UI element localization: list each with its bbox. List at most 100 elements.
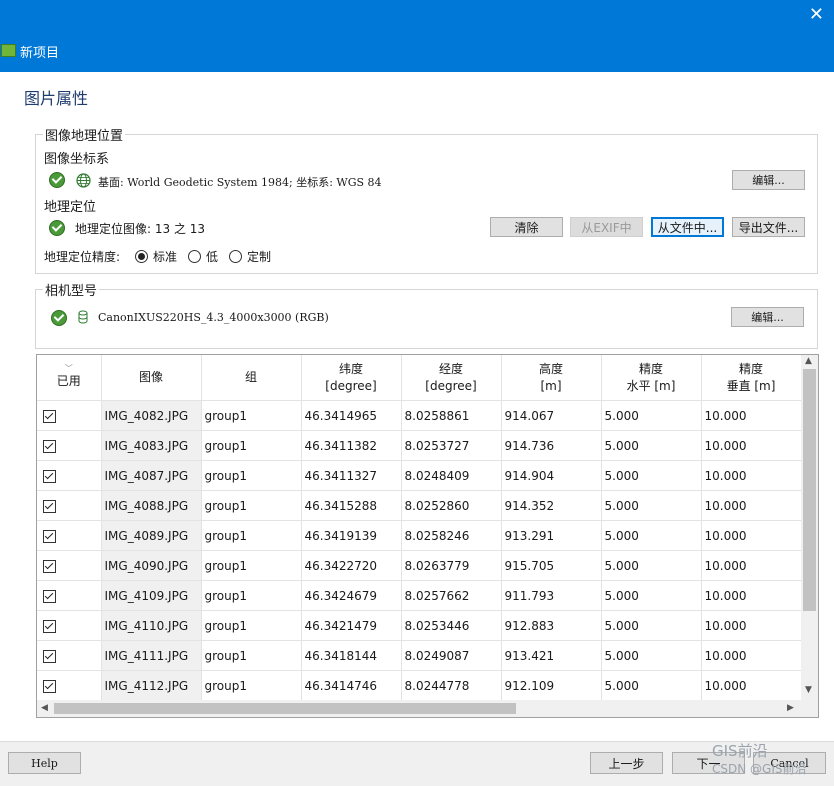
- table-row[interactable]: IMG_4090.JPG group1 46.3422720 8.0263779 915…: [37, 550, 802, 581]
- camera-ok-icon: [51, 310, 67, 326]
- from-file-button[interactable]: 从文件中...: [651, 217, 724, 237]
- image-cell: IMG_4090.JPG: [101, 550, 202, 581]
- group-cell: group1: [201, 670, 302, 701]
- h-acc-cell: 5.000: [601, 610, 702, 641]
- lat-cell: 46.3415288: [301, 490, 402, 521]
- geolocation-label: 地理定位: [44, 200, 97, 215]
- accuracy-label: 地理定位精度:: [44, 250, 121, 264]
- table-row[interactable]: IMG_4089.JPG group1 46.3419139 8.0258246 913…: [37, 520, 802, 551]
- used-checkbox[interactable]: [43, 439, 56, 453]
- image-cell: IMG_4112.JPG: [101, 670, 202, 701]
- h-acc-cell: 5.000: [601, 490, 702, 521]
- database-icon: [78, 310, 88, 324]
- v-acc-cell: 10.000: [701, 640, 802, 671]
- group-cell: group1: [201, 490, 302, 521]
- lat-cell: 46.3424679: [301, 580, 402, 611]
- table-row[interactable]: IMG_4112.JPG group1 46.3414746 8.0244778 912…: [37, 670, 802, 701]
- lon-cell: 8.0263779: [401, 550, 502, 581]
- lon-cell: 8.0257662: [401, 580, 502, 611]
- lon-cell: 8.0258861: [401, 400, 502, 431]
- image-cell: IMG_4109.JPG: [101, 580, 202, 611]
- camera-model: CanonIXUS220HS_4.3_4000x3000 (RGB): [98, 311, 329, 324]
- group-cell: group1: [201, 520, 302, 551]
- used-checkbox[interactable]: [43, 559, 56, 573]
- v-acc-cell: 10.000: [701, 670, 802, 701]
- lat-cell: 46.3422720: [301, 550, 402, 581]
- image-cell: IMG_4089.JPG: [101, 520, 202, 551]
- sort-indicator-icon: ﹀: [64, 364, 73, 373]
- col-header-lon[interactable]: 经度 [degree]: [401, 355, 502, 401]
- export-file-button[interactable]: 导出文件...: [732, 217, 805, 237]
- accuracy-low-radio[interactable]: [188, 250, 201, 263]
- watermark-subtitle: CSDN @GIS前沿: [712, 762, 807, 776]
- group-cell: group1: [201, 430, 302, 461]
- alt-cell: 914.904: [501, 460, 602, 491]
- used-checkbox[interactable]: [43, 679, 56, 693]
- alt-cell: 914.352: [501, 490, 602, 521]
- table-row[interactable]: IMG_4087.JPG group1 46.3411327 8.0248409 914…: [37, 460, 802, 491]
- accuracy-standard-radio[interactable]: [135, 250, 148, 263]
- used-checkbox[interactable]: [43, 469, 56, 483]
- lon-cell: 8.0253727: [401, 430, 502, 461]
- scroll-down-icon[interactable]: ▼: [805, 685, 812, 695]
- col-header-alt[interactable]: 高度 [m]: [501, 355, 602, 401]
- used-cell: [37, 610, 102, 641]
- used-checkbox[interactable]: [43, 409, 56, 423]
- v-acc-cell: 10.000: [701, 520, 802, 551]
- table-row[interactable]: IMG_4082.JPG group1 46.3414965 8.0258861 914…: [37, 400, 802, 431]
- table-row[interactable]: IMG_4088.JPG group1 46.3415288 8.0252860 914…: [37, 490, 802, 521]
- scroll-up-icon[interactable]: ▲: [805, 356, 812, 366]
- group-cell: group1: [201, 640, 302, 671]
- group-cell: group1: [201, 400, 302, 431]
- used-checkbox[interactable]: [43, 529, 56, 543]
- vertical-scrollbar[interactable]: ▲ ▼: [801, 355, 818, 700]
- camera-group-label: 相机型号: [43, 280, 100, 299]
- vertical-scroll-thumb[interactable]: [803, 369, 816, 611]
- table-row[interactable]: IMG_4111.JPG group1 46.3418144 8.0249087 913…: [37, 640, 802, 671]
- used-checkbox[interactable]: [43, 589, 56, 603]
- col-header-lat[interactable]: 纬度 [degree]: [301, 355, 402, 401]
- alt-cell: 912.883: [501, 610, 602, 641]
- horizontal-scroll-thumb[interactable]: [54, 703, 516, 714]
- v-acc-cell: 10.000: [701, 580, 802, 611]
- col-header-group[interactable]: 组: [201, 355, 302, 401]
- close-icon[interactable]: ✕: [809, 4, 824, 25]
- h-acc-cell: 5.000: [601, 400, 702, 431]
- crs-edit-button[interactable]: 编辑...: [732, 170, 805, 190]
- used-checkbox[interactable]: [43, 619, 56, 633]
- from-exif-button[interactable]: 从EXIF中: [570, 217, 643, 237]
- col-header-image[interactable]: 图像: [101, 355, 202, 401]
- scroll-right-icon[interactable]: ▶: [787, 703, 794, 713]
- col-header-h-acc[interactable]: 精度 水平 [m]: [601, 355, 702, 401]
- camera-edit-button[interactable]: 编辑...: [731, 307, 804, 327]
- prev-button[interactable]: 上一步: [590, 752, 663, 774]
- clear-button[interactable]: 清除: [490, 217, 563, 237]
- page-title: 图片属性: [24, 89, 89, 108]
- horizontal-scrollbar[interactable]: ◀ ▶: [37, 700, 818, 717]
- used-checkbox[interactable]: [43, 649, 56, 663]
- used-checkbox[interactable]: [43, 499, 56, 513]
- image-cell: IMG_4088.JPG: [101, 490, 202, 521]
- table-row[interactable]: IMG_4110.JPG group1 46.3421479 8.0253446 912…: [37, 610, 802, 641]
- group-cell: group1: [201, 580, 302, 611]
- footer-bar: Help 上一步 下一 Cancel: [0, 741, 834, 786]
- image-cell: IMG_4111.JPG: [101, 640, 202, 671]
- h-acc-cell: 5.000: [601, 520, 702, 551]
- v-acc-cell: 10.000: [701, 490, 802, 521]
- table-row[interactable]: IMG_4083.JPG group1 46.3411382 8.0253727 914…: [37, 430, 802, 461]
- window-title: 新项目: [20, 46, 60, 61]
- help-button[interactable]: Help: [8, 752, 81, 774]
- image-table[interactable]: ﹀ 已用 图像 组 纬度 [degree] 经度 [degree] 高度 [m] …: [36, 354, 819, 718]
- lon-cell: 8.0252860: [401, 490, 502, 521]
- geolocation-ok-icon: [49, 220, 65, 236]
- scroll-left-icon[interactable]: ◀: [41, 703, 48, 713]
- col-header-used[interactable]: ﹀ 已用: [37, 355, 102, 401]
- h-acc-cell: 5.000: [601, 580, 702, 611]
- h-acc-cell: 5.000: [601, 640, 702, 671]
- table-row[interactable]: IMG_4109.JPG group1 46.3424679 8.0257662 911…: [37, 580, 802, 611]
- group-cell: group1: [201, 610, 302, 641]
- col-header-v-acc[interactable]: 精度 垂直 [m]: [701, 355, 802, 401]
- crs-value: 基面: World Geodetic System 1984; 坐标系: WGS…: [98, 176, 382, 189]
- alt-cell: 913.421: [501, 640, 602, 671]
- accuracy-custom-radio[interactable]: [229, 250, 242, 263]
